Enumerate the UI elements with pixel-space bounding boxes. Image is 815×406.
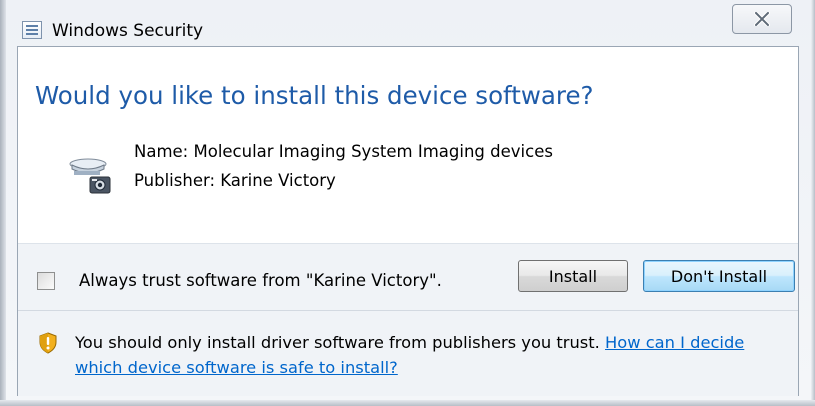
always-trust-label[interactable]: Always trust software from "Karine Victo… <box>79 271 442 290</box>
driver-publisher: Publisher: Karine Victory <box>134 171 336 190</box>
windows-security-dialog: Windows Security Would you like to insta… <box>0 0 815 406</box>
warning-text: You should only install driver software … <box>75 333 600 352</box>
install-button[interactable]: Install <box>518 260 628 292</box>
footer-divider <box>18 310 798 311</box>
install-question-heading: Would you like to install this device so… <box>35 81 594 110</box>
close-icon <box>754 12 770 26</box>
window-border-left <box>0 0 6 406</box>
always-trust-checkbox[interactable] <box>37 272 55 290</box>
action-panel: Always trust software from "Karine Victo… <box>18 243 798 396</box>
window-title: Windows Security <box>52 21 204 41</box>
close-button[interactable] <box>732 4 792 34</box>
driver-name: Name: Molecular Imaging System Imaging d… <box>134 142 553 161</box>
scanner-camera-device-icon <box>69 158 111 194</box>
window-border-bottom <box>0 400 815 406</box>
security-shield-icon <box>39 332 57 354</box>
dont-install-button[interactable]: Don't Install <box>643 260 795 292</box>
list-window-icon <box>22 21 42 39</box>
dialog-body: Would you like to install this device so… <box>17 46 799 396</box>
window-border-right <box>811 0 815 406</box>
title-bar[interactable]: Windows Security <box>6 0 811 46</box>
warning-message: You should only install driver software … <box>75 330 787 380</box>
